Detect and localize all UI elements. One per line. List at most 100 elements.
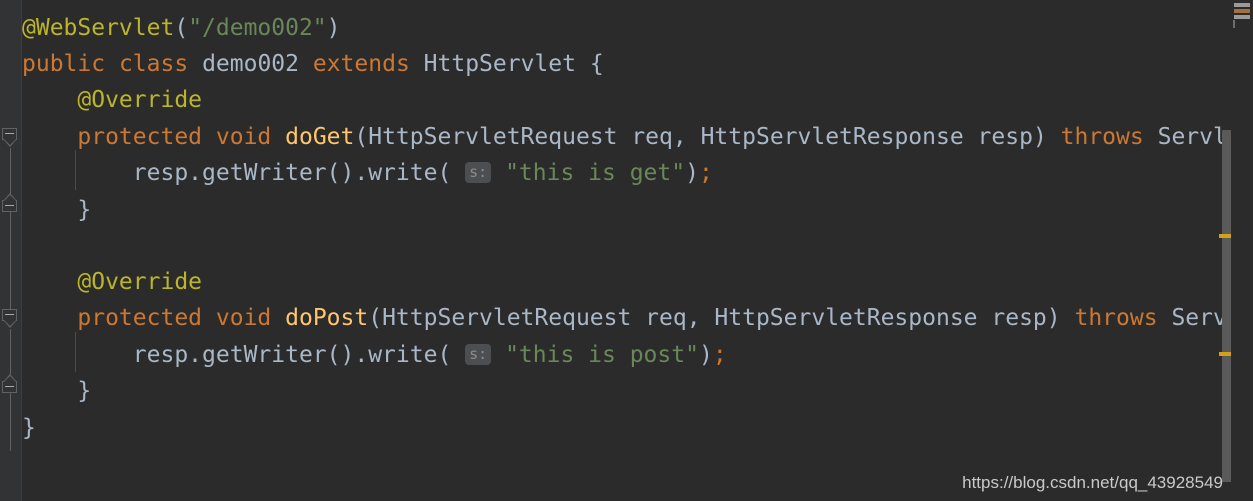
code-line-10[interactable]: resp.getWriter().write( s: "this is post…	[22, 337, 727, 373]
fold-marker-minus	[5, 133, 14, 134]
code-token: @Override	[77, 269, 203, 295]
code-token: (	[437, 342, 466, 368]
code-token: req	[631, 305, 687, 331]
editor-right-frame	[1231, 28, 1253, 501]
code-token: Servl	[1157, 124, 1222, 150]
code-token: doPost	[285, 305, 369, 331]
code-line-4[interactable]: protected void doGet(HttpServletRequest …	[22, 119, 1222, 155]
editor-gutter[interactable]	[0, 0, 22, 501]
parameter-hint-inlay: s:	[465, 344, 492, 365]
code-line-12[interactable]: }	[22, 410, 36, 446]
inspection-widget-icon[interactable]	[1231, 0, 1253, 28]
code-token: "this is post"	[505, 342, 699, 368]
code-token: protected	[77, 124, 203, 150]
fold-collapse-arrow-icon[interactable]	[2, 128, 19, 148]
code-token: )	[698, 342, 713, 368]
code-line-6[interactable]: }	[22, 192, 91, 228]
code-token: resp	[963, 124, 1033, 150]
code-token: getWriter	[202, 342, 327, 368]
code-token: resp	[22, 160, 189, 186]
fold-region-rail	[10, 148, 11, 194]
code-token: (	[174, 15, 189, 41]
code-token: req	[617, 124, 673, 150]
fold-end-arrow-icon[interactable]	[2, 373, 19, 393]
code-token: ;	[712, 342, 727, 368]
inspection-widget-stem	[1233, 20, 1235, 28]
code-token: )	[326, 15, 341, 41]
code-token: protected	[77, 305, 203, 331]
code-token: )	[1032, 124, 1061, 150]
code-line-1[interactable]: @WebServlet("/demo002")	[22, 10, 341, 46]
fold-region-rail	[10, 212, 11, 312]
code-token: (	[354, 124, 369, 150]
code-token: }	[22, 378, 92, 404]
code-token: throws	[1060, 124, 1144, 150]
code-token: ,	[672, 124, 701, 150]
inspection-bar-middle	[1234, 9, 1250, 13]
code-line-3[interactable]: @Override	[22, 82, 202, 118]
code-token: )	[1046, 305, 1075, 331]
inspection-bar-top	[1234, 3, 1250, 7]
code-token: (	[368, 305, 383, 331]
code-line-9[interactable]: protected void doPost(HttpServletRequest…	[22, 300, 1222, 336]
code-token: ;	[698, 160, 713, 186]
fold-marker-tip-inner	[4, 195, 16, 201]
watermark-url: https://blog.csdn.net/qq_43928549	[962, 473, 1223, 492]
code-token: demo002	[202, 51, 299, 77]
code-line-11[interactable]: }	[22, 373, 91, 409]
code-token: "/demo002"	[188, 15, 327, 41]
inspection-bar-bottom	[1234, 15, 1250, 19]
fold-region-rail	[10, 329, 11, 375]
code-token: resp	[977, 305, 1047, 331]
code-line-5[interactable]: resp.getWriter().write( s: "this is get"…	[22, 155, 713, 191]
code-token: Serv	[1171, 305, 1222, 331]
code-token: HttpServletResponse	[700, 124, 964, 150]
code-token: resp	[22, 342, 189, 368]
fold-region-rail	[10, 393, 11, 451]
fold-marker-minus	[5, 205, 14, 206]
code-token: .	[188, 342, 203, 368]
code-content-area[interactable]: @WebServlet("/demo002") public class demo…	[22, 0, 1222, 501]
code-line-2[interactable]: public class demo002 extends HttpServlet…	[22, 46, 604, 82]
fold-collapse-arrow-icon[interactable]	[2, 309, 19, 329]
code-token: }	[22, 415, 36, 441]
code-token: HttpServletRequest	[382, 305, 632, 331]
code-line-8[interactable]: @Override	[22, 264, 202, 300]
code-token: class	[118, 51, 189, 77]
fold-marker-body	[2, 200, 17, 212]
fold-marker-minus	[5, 386, 14, 387]
code-token: ().	[326, 160, 369, 186]
parameter-hint-inlay: s:	[465, 162, 492, 183]
code-editor: @WebServlet("/demo002") public class demo…	[0, 0, 1253, 501]
code-token: doGet	[285, 124, 355, 150]
code-token: }	[22, 197, 92, 223]
fold-marker-minus	[5, 314, 14, 315]
code-token: extends	[312, 51, 410, 77]
code-token: write	[368, 160, 438, 186]
fold-marker-tip-inner	[4, 139, 16, 145]
code-token: throws	[1074, 305, 1158, 331]
code-token: "this is get"	[505, 160, 686, 186]
code-token: HttpServletResponse	[714, 305, 978, 331]
fold-end-arrow-icon[interactable]	[2, 192, 19, 212]
code-token: HttpServlet	[423, 51, 576, 77]
code-token: .	[188, 160, 203, 186]
code-token: (	[437, 160, 466, 186]
code-token: void	[215, 305, 272, 331]
code-token: getWriter	[202, 160, 327, 186]
